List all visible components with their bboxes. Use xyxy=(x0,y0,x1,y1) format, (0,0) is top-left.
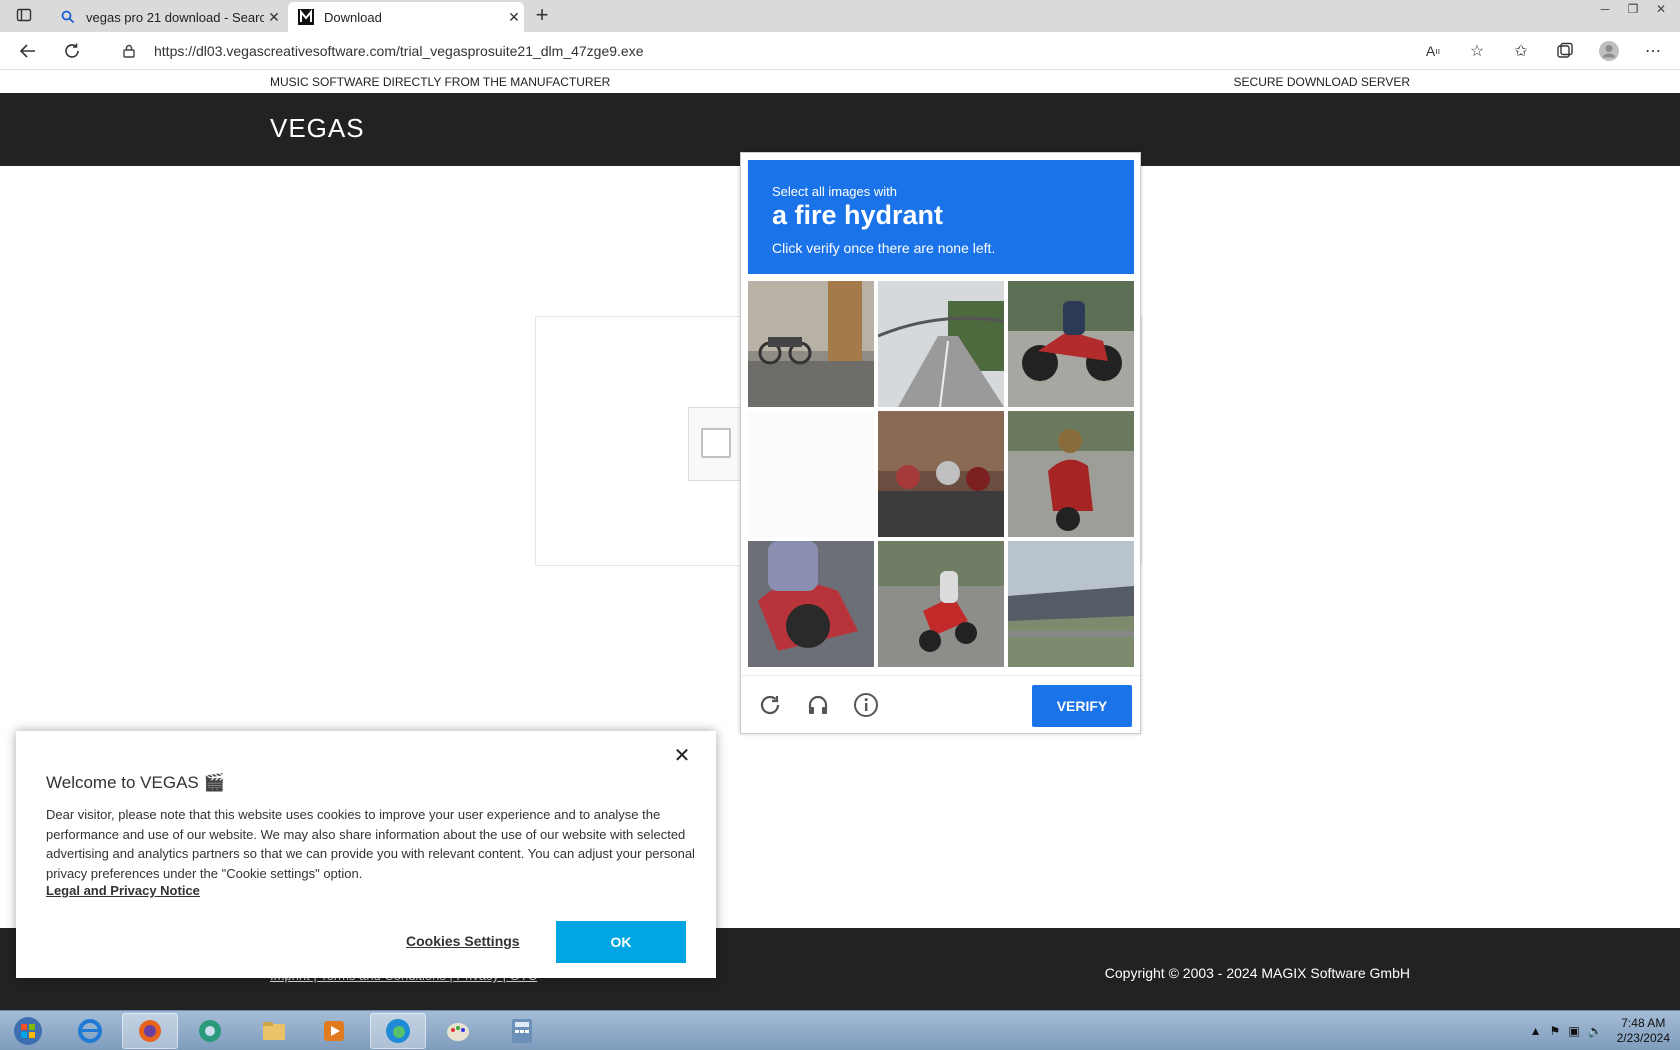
tab-download[interactable]: Download ✕ xyxy=(288,2,524,32)
window-controls: ─ ❐ ✕ xyxy=(1594,2,1672,16)
close-icon[interactable]: ✕ xyxy=(264,9,284,26)
minimize-icon[interactable]: ─ xyxy=(1594,2,1616,16)
info-icon[interactable] xyxy=(851,690,881,720)
back-icon[interactable] xyxy=(16,40,40,62)
copyright: Copyright © 2003 - 2024 MAGIX Software G… xyxy=(1104,965,1410,981)
network-icon[interactable]: ▣ xyxy=(1568,1024,1579,1038)
captcha-tile[interactable] xyxy=(748,541,874,667)
captcha-subinstruction: Click verify once there are none left. xyxy=(772,240,996,256)
reload-icon[interactable] xyxy=(755,690,785,720)
profile-avatar[interactable] xyxy=(1596,38,1622,64)
flag-icon[interactable]: ⚑ xyxy=(1550,1024,1561,1038)
browser-tab-bar: vegas pro 21 download - Search ✕ Downloa… xyxy=(0,0,1680,32)
firefox-icon[interactable] xyxy=(122,1013,178,1049)
captcha-tile[interactable] xyxy=(1008,541,1134,667)
captcha-checkbox[interactable] xyxy=(701,428,731,458)
refresh-icon[interactable] xyxy=(60,40,84,62)
url-text: https://dl03.vegascreativesoftware.com/t… xyxy=(154,43,644,59)
captcha-target: a fire hydrant xyxy=(772,200,944,230)
calculator-icon[interactable] xyxy=(494,1013,550,1049)
tab-search[interactable]: vegas pro 21 download - Search ✕ xyxy=(50,2,284,32)
file-explorer-icon[interactable] xyxy=(246,1013,302,1049)
ok-button[interactable]: OK xyxy=(556,921,686,963)
headphones-icon[interactable] xyxy=(803,690,833,720)
tab-actions-icon[interactable] xyxy=(12,4,36,26)
clock-time: 7:48 AM xyxy=(1621,1016,1666,1030)
captcha-tile[interactable] xyxy=(748,281,874,407)
volume-muted-icon[interactable]: 🔈 xyxy=(1588,1024,1603,1038)
lock-icon[interactable] xyxy=(116,44,142,58)
verify-button[interactable]: VERIFY xyxy=(1032,685,1132,727)
internet-explorer-icon[interactable] xyxy=(62,1013,118,1049)
cookie-banner: ✕ Welcome to VEGAS 🎬 Dear visitor, pleas… xyxy=(16,731,716,978)
collections-icon[interactable] xyxy=(1552,38,1578,64)
start-button[interactable] xyxy=(0,1013,56,1049)
add-favorite-icon[interactable]: ☆ xyxy=(1464,38,1490,64)
close-window-icon[interactable]: ✕ xyxy=(1650,2,1672,16)
close-icon[interactable]: ✕ xyxy=(504,9,524,26)
read-aloud-icon[interactable]: Aıı xyxy=(1420,38,1446,64)
tagline: MUSIC SOFTWARE DIRECTLY FROM THE MANUFAC… xyxy=(270,75,611,89)
show-hidden-icons-icon[interactable]: ▲ xyxy=(1530,1024,1542,1038)
captcha-tile[interactable] xyxy=(1008,411,1134,537)
edge-icon[interactable] xyxy=(370,1013,426,1049)
captcha-grid xyxy=(748,281,1138,671)
new-tab-icon[interactable]: + xyxy=(530,2,554,27)
paint-icon[interactable] xyxy=(430,1013,486,1049)
restore-icon[interactable]: ❐ xyxy=(1622,2,1644,16)
media-player-icon[interactable] xyxy=(306,1013,362,1049)
top-strip: MUSIC SOFTWARE DIRECTLY FROM THE MANUFAC… xyxy=(0,71,1680,93)
clock[interactable]: 7:48 AM 2/23/2024 xyxy=(1617,1016,1670,1046)
tab-label: Download xyxy=(324,9,382,25)
vegas-logo[interactable]: VEGAS xyxy=(270,113,365,144)
clock-date: 2/23/2024 xyxy=(1616,1031,1670,1045)
legal-privacy-link[interactable]: Legal and Privacy Notice xyxy=(46,883,200,898)
favorites-icon[interactable]: ✩ xyxy=(1508,38,1534,64)
more-menu-icon[interactable]: ⋯ xyxy=(1640,38,1666,64)
captcha-instruction: Select all images with xyxy=(772,184,897,199)
captcha-header: Select all images with a fire hydrant Cl… xyxy=(748,160,1134,274)
system-tray: ▲ ⚑ ▣ 🔈 7:48 AM 2/23/2024 xyxy=(1530,1011,1680,1050)
cookie-body: Dear visitor, please note that this webs… xyxy=(46,807,695,881)
captcha-tile[interactable] xyxy=(878,411,1004,537)
captcha-tile[interactable] xyxy=(878,541,1004,667)
captcha-tile[interactable] xyxy=(1008,281,1134,407)
secure-server-label: SECURE DOWNLOAD SERVER xyxy=(1233,75,1410,89)
captcha-challenge: Select all images with a fire hydrant Cl… xyxy=(740,152,1141,734)
url-field[interactable]: https://dl03.vegascreativesoftware.com/t… xyxy=(106,37,1456,65)
captcha-tile[interactable] xyxy=(877,281,1005,408)
captcha-tile[interactable] xyxy=(748,411,874,537)
address-bar: https://dl03.vegascreativesoftware.com/t… xyxy=(0,32,1680,70)
tab-label: vegas pro 21 download - Search xyxy=(86,9,264,25)
cookies-settings-button[interactable]: Cookies Settings xyxy=(406,933,520,949)
magix-m-icon xyxy=(298,9,314,25)
captcha-footer: VERIFY xyxy=(741,675,1140,733)
toolbar-icons: Aıı ☆ ✩ ⋯ xyxy=(1420,38,1666,64)
taskbar: ▲ ⚑ ▣ 🔈 7:48 AM 2/23/2024 xyxy=(0,1010,1680,1050)
close-icon[interactable]: ✕ xyxy=(670,743,694,767)
cookie-title: Welcome to VEGAS 🎬 xyxy=(46,773,225,792)
app-icon[interactable] xyxy=(182,1013,238,1049)
search-icon xyxy=(60,9,76,25)
